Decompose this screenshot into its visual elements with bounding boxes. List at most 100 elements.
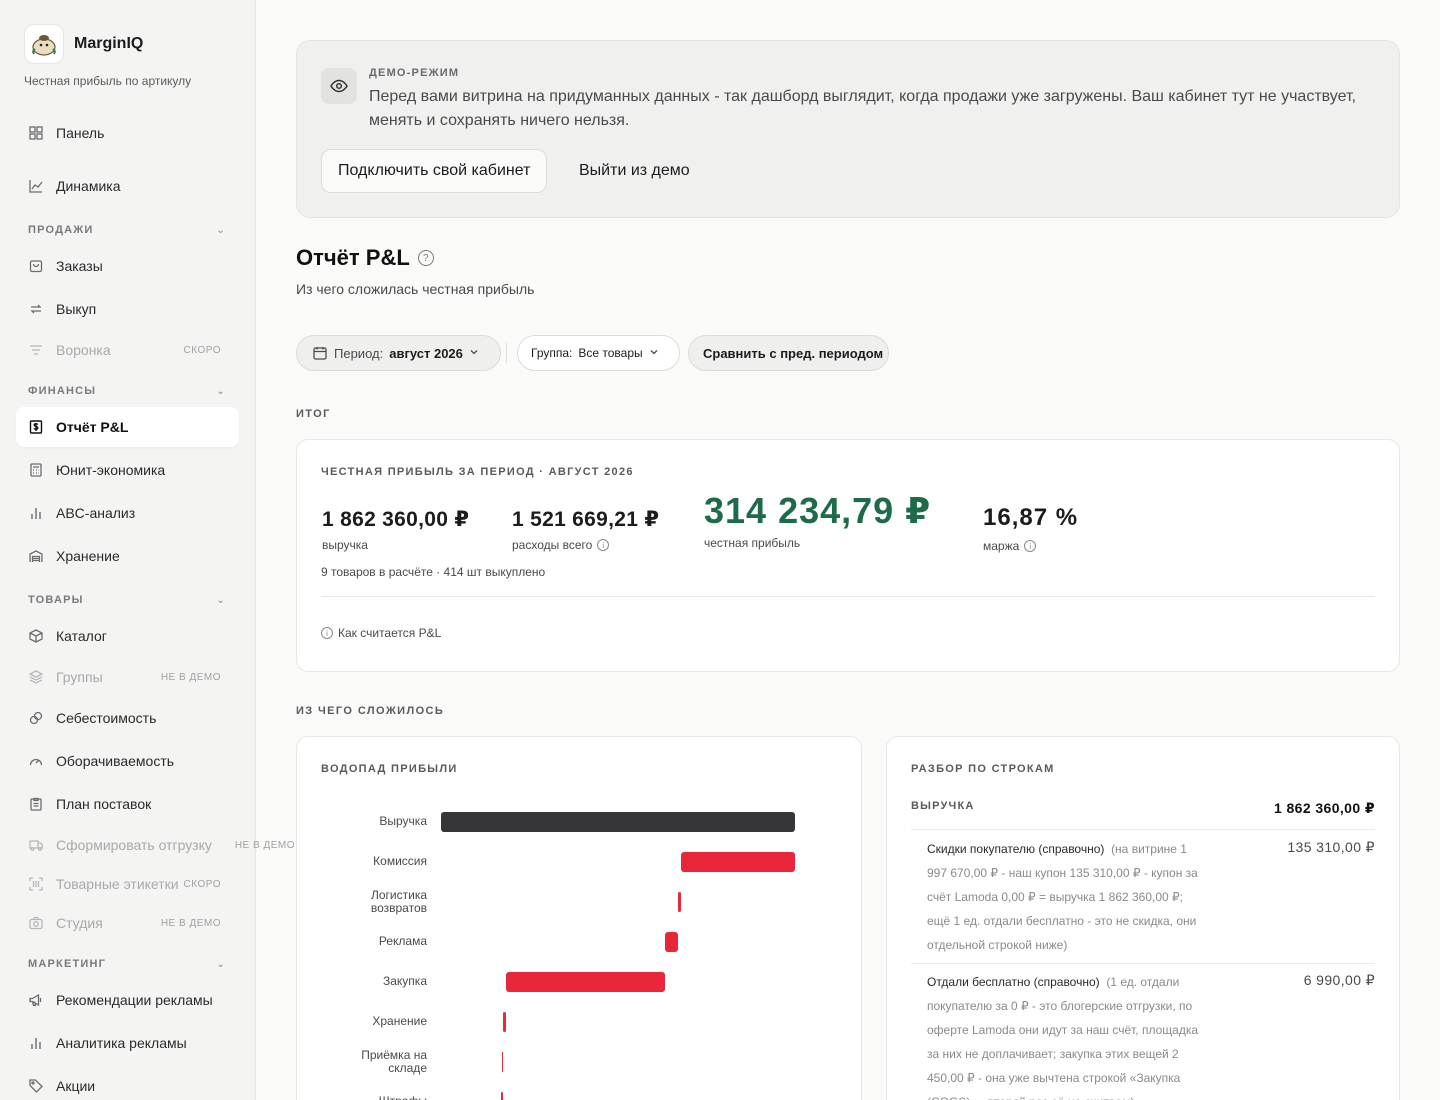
sidebar-item-dynamics[interactable]: Динамика bbox=[16, 166, 239, 206]
metric-label: маржа i bbox=[983, 539, 1078, 553]
dollar-doc-icon bbox=[28, 419, 44, 435]
layers-icon bbox=[28, 669, 44, 685]
breakdown-item: Скидки покупателю (справочно) (на витрин… bbox=[927, 837, 1375, 957]
sidebar-item-label: Аналитика рекламы bbox=[56, 1035, 187, 1051]
sidebar-item-catalog[interactable]: Каталог bbox=[16, 616, 239, 656]
section-goods[interactable]: ТОВАРЫ ⌄ bbox=[28, 594, 226, 606]
sidebar-item-unit-economics[interactable]: Юнит-экономика bbox=[16, 450, 239, 490]
count-line: 9 товаров в расчёте · 414 шт выкуплено bbox=[321, 565, 546, 579]
breakdown-item: Отдали бесплатно (справочно) (1 ед. отда… bbox=[927, 970, 1375, 1100]
sidebar-item-label: Оборачиваемость bbox=[56, 753, 175, 769]
not-in-demo-badge: НЕ В ДЕМО bbox=[234, 839, 295, 851]
sidebar-item-shipment: Сформировать отгрузку НЕ В ДЕМО bbox=[16, 825, 294, 865]
sidebar-item-label: Товарные этикетки bbox=[56, 876, 179, 892]
chevron-down-icon bbox=[649, 347, 659, 360]
sidebar-item-label: Панель bbox=[56, 125, 105, 141]
metric-expenses: 1 521 669,21 ₽ расходы всего i bbox=[512, 507, 659, 552]
waterfall-label: Выручка bbox=[379, 814, 427, 828]
waterfall-bar[interactable] bbox=[664, 932, 678, 952]
sidebar-item-ad-analytics[interactable]: Аналитика рекламы bbox=[16, 1023, 239, 1063]
metric-value: 314 234,79 ₽ bbox=[704, 490, 932, 531]
chevron-down-icon: ⌄ bbox=[216, 224, 226, 236]
sidebar-item-label: Отчёт P&L bbox=[56, 419, 129, 435]
waterfall-card: ВОДОПАД ПРИБЫЛИ Выручка Комиссия Логистика… bbox=[296, 736, 862, 1100]
waterfall-bar[interactable] bbox=[501, 1052, 504, 1072]
sidebar-item-dashboard[interactable]: Панель bbox=[16, 113, 239, 153]
info-icon: i bbox=[321, 627, 333, 639]
sidebar-item-abc[interactable]: ABC-анализ bbox=[16, 493, 239, 533]
breakdown-revenue-amount: 1 862 360,00 ₽ bbox=[1274, 800, 1375, 816]
breakdown-item-note: (на витрине 1 997 670,00 ₽ - наш купон 1… bbox=[927, 842, 1198, 952]
megaphone-icon bbox=[28, 992, 44, 1008]
camera-icon bbox=[28, 915, 44, 931]
period-value: август 2026 bbox=[389, 345, 463, 361]
how-calculated-link[interactable]: i Как считается P&L bbox=[321, 626, 441, 640]
breakdown-item-note: (1 ед. отдали покупателю за 0 ₽ - это бл… bbox=[927, 975, 1199, 1100]
breakdown-revenue-row: ВЫРУЧКА 1 862 360,00 ₽ bbox=[911, 800, 1375, 817]
brand[interactable]: MarginIQ bbox=[24, 24, 143, 64]
breakdown-revenue-label: ВЫРУЧКА bbox=[911, 800, 975, 812]
info-icon[interactable]: i bbox=[1024, 540, 1037, 552]
not-in-demo-badge: НЕ В ДЕМО bbox=[160, 671, 221, 683]
sidebar-item-label: Акции bbox=[56, 1078, 96, 1094]
sidebar-item-labels: Товарные этикетки СКОРО bbox=[16, 864, 239, 904]
waterfall-bar[interactable] bbox=[680, 852, 795, 872]
group-value: Все товары bbox=[578, 346, 643, 360]
tag-icon bbox=[28, 1078, 44, 1094]
waterfall-bar[interactable] bbox=[505, 972, 665, 992]
waterfall-row: Штрафы bbox=[297, 1092, 857, 1100]
divider bbox=[911, 829, 1375, 830]
sidebar-item-turnover[interactable]: Оборачиваемость bbox=[16, 741, 239, 781]
group-label: Группа: bbox=[531, 346, 573, 360]
funnel-icon bbox=[28, 342, 44, 358]
refresh-icon bbox=[28, 301, 44, 317]
waterfall-bar[interactable] bbox=[677, 892, 681, 912]
sidebar-item-label: Студия bbox=[56, 915, 103, 931]
compare-button[interactable]: Сравнить с пред. периодом bbox=[688, 335, 889, 371]
sidebar-item-storage[interactable]: Хранение bbox=[16, 536, 239, 576]
summary-card-label: ЧЕСТНАЯ ПРИБЫЛЬ ЗА ПЕРИОД · АВГУСТ 2026 bbox=[321, 466, 634, 478]
brand-tagline: Честная прибыль по артикулу bbox=[24, 74, 192, 88]
box-icon bbox=[28, 628, 44, 644]
connect-account-button[interactable]: Подключить свой кабинет bbox=[321, 149, 548, 193]
waterfall-row: Реклама bbox=[297, 932, 857, 952]
waterfall-bar[interactable] bbox=[502, 1012, 506, 1032]
sidebar-item-label: Группы bbox=[56, 669, 103, 685]
divider bbox=[321, 596, 1375, 597]
period-picker[interactable]: Период: август 2026 bbox=[296, 335, 501, 371]
truck-icon bbox=[28, 837, 44, 853]
sidebar-item-ad-recommendations[interactable]: Рекомендации рекламы bbox=[16, 980, 239, 1020]
info-icon[interactable]: i bbox=[597, 539, 610, 551]
grid-icon bbox=[28, 125, 44, 141]
sidebar-item-buyout[interactable]: Выкуп bbox=[16, 289, 239, 329]
waterfall-bar[interactable] bbox=[441, 812, 795, 832]
warehouse-icon bbox=[28, 548, 44, 564]
exit-demo-button[interactable]: Выйти из демо bbox=[579, 149, 690, 193]
waterfall-row: Приёмка на складе bbox=[297, 1049, 857, 1075]
logo-icon bbox=[24, 24, 64, 64]
chevron-down-icon: ⌄ bbox=[216, 594, 226, 606]
sidebar-item-supply-plan[interactable]: План поставок bbox=[16, 784, 239, 824]
divider bbox=[911, 963, 1375, 964]
section-label: ФИНАНСЫ bbox=[28, 385, 97, 397]
section-marketing[interactable]: МАРКЕТИНГ ⌄ bbox=[28, 958, 226, 970]
bar-chart-icon bbox=[28, 1035, 44, 1051]
sidebar-item-label: ABC-анализ bbox=[56, 505, 136, 521]
sidebar-item-pl-report[interactable]: Отчёт P&L bbox=[16, 407, 239, 447]
waterfall-bar[interactable] bbox=[501, 1092, 503, 1100]
breakdown-card: РАЗБОР ПО СТРОКАМ ВЫРУЧКА 1 862 360,00 ₽… bbox=[886, 736, 1400, 1100]
barcode-icon bbox=[28, 876, 44, 892]
sidebar-item-orders[interactable]: Заказы bbox=[16, 246, 239, 286]
eye-icon bbox=[321, 68, 357, 104]
waterfall-row: Комиссия bbox=[297, 852, 857, 872]
group-picker[interactable]: Группа: Все товары bbox=[517, 335, 680, 371]
section-sales[interactable]: ПРОДАЖИ ⌄ bbox=[28, 224, 226, 236]
help-icon[interactable]: ? bbox=[417, 250, 434, 266]
sidebar-item-cost[interactable]: Себестоимость bbox=[16, 698, 239, 738]
waterfall-label: Закупка bbox=[383, 974, 427, 988]
sidebar-item-label: Воронка bbox=[56, 342, 111, 358]
summary-card: ЧЕСТНАЯ ПРИБЫЛЬ ЗА ПЕРИОД · АВГУСТ 2026 … bbox=[296, 439, 1400, 672]
sidebar-item-promotions[interactable]: Акции bbox=[16, 1066, 239, 1100]
section-finance[interactable]: ФИНАНСЫ ⌄ bbox=[28, 385, 226, 397]
metric-label: честная прибыль bbox=[704, 536, 801, 550]
